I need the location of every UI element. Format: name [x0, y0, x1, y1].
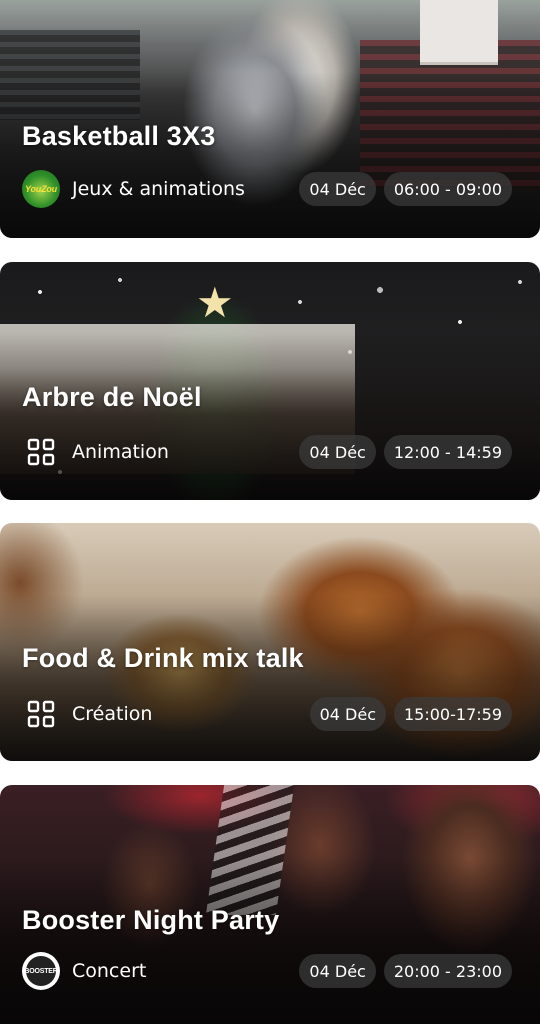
- event-time-chip: 15:00-17:59: [394, 697, 512, 731]
- grid-icon: [22, 695, 60, 733]
- event-category: Création: [72, 703, 153, 725]
- event-title: Booster Night Party: [22, 905, 280, 935]
- event-meta: BOOSTER Concert 04 Déc 20:00 - 23:00: [22, 952, 512, 990]
- event-title: Arbre de Noël: [22, 382, 202, 412]
- event-title: Food & Drink mix talk: [22, 643, 304, 673]
- booster-logo-icon: BOOSTER: [22, 952, 60, 990]
- event-date-chip: 04 Déc: [299, 172, 376, 206]
- event-card-booster-night[interactable]: Booster Night Party BOOSTER Concert 04 D…: [0, 785, 540, 1024]
- event-category: Jeux & animations: [72, 178, 245, 200]
- event-meta: Création 04 Déc 15:00-17:59: [22, 696, 512, 732]
- event-card-food-drink[interactable]: Food & Drink mix talk Création 04 Déc 15…: [0, 523, 540, 761]
- event-list: Basketball 3X3 YouZou Jeux & animations …: [0, 0, 540, 1024]
- event-date-chip: 04 Déc: [309, 697, 386, 731]
- event-time-chip: 20:00 - 23:00: [383, 954, 512, 988]
- event-time-chip: 12:00 - 14:59: [383, 435, 512, 469]
- event-category: Concert: [72, 960, 147, 982]
- grid-icon: [22, 433, 60, 471]
- event-card-basketball[interactable]: Basketball 3X3 YouZou Jeux & animations …: [0, 0, 540, 238]
- event-title: Basketball 3X3: [22, 121, 216, 151]
- youzou-logo-icon: YouZou: [22, 170, 60, 208]
- event-meta: YouZou Jeux & animations 04 Déc 06:00 - …: [22, 170, 512, 208]
- event-date-chip: 04 Déc: [299, 954, 376, 988]
- event-time-chip: 06:00 - 09:00: [383, 172, 512, 206]
- event-card-arbre-de-noel[interactable]: ★ Arbre de Noël Animation 04 Déc 12:00 -…: [0, 262, 540, 500]
- event-meta: Animation 04 Déc 12:00 - 14:59: [22, 434, 512, 470]
- event-category: Animation: [72, 441, 169, 463]
- event-date-chip: 04 Déc: [299, 435, 376, 469]
